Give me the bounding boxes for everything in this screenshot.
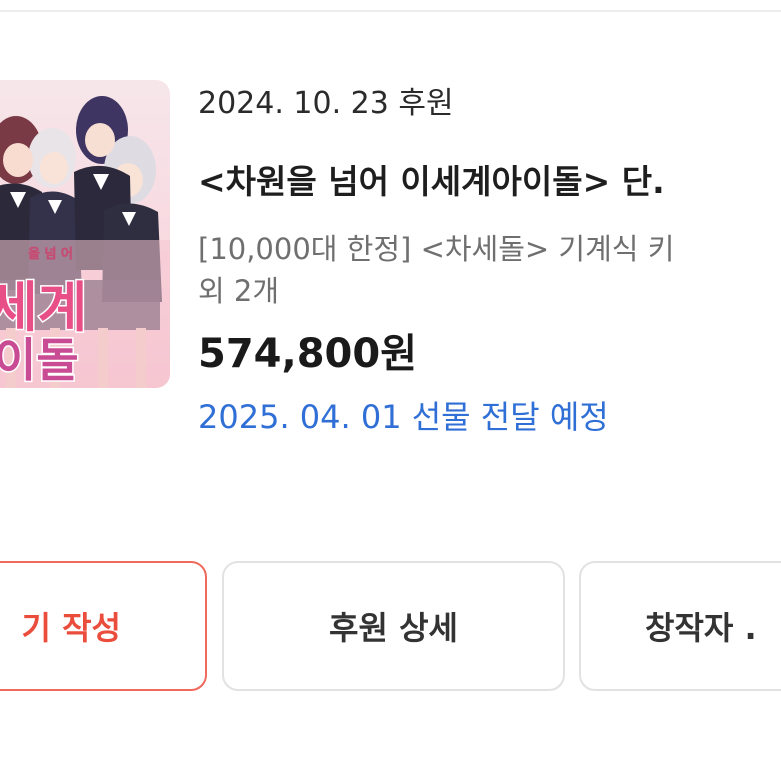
thumbnail-art: 을 넘 어 세계 이돌 — [0, 96, 170, 388]
project-thumbnail[interactable]: 을 넘 어 세계 이돌 — [0, 80, 170, 388]
reward-options-line: [10,000대 한정] <차세돌> 기계식 키 — [198, 232, 675, 266]
contact-creator-label: 창작자 . — [645, 609, 757, 647]
pledge-date: 2024. 10. 23 후원 — [198, 86, 454, 121]
write-review-label: 기 작성 — [21, 609, 121, 647]
pledge-detail-label: 후원 상세 — [329, 609, 458, 647]
pledge-info: 2024. 10. 23 후원 <차원을 넘어 이세계아이돌> 단. [10,0… — [198, 82, 781, 442]
figure-face-2 — [40, 152, 68, 184]
figure-face-3 — [85, 123, 115, 157]
cover-logo-line1: 세계 — [0, 276, 87, 339]
figure-face-1 — [3, 143, 33, 177]
pledge-history-screen: 을 넘 어 세계 이돌 2024. 10. 23 후원 <차원을 넘어 이세계아… — [0, 0, 781, 781]
cover-small-text: 을 넘 어 — [28, 246, 73, 262]
contact-creator-button[interactable]: 창작자 . — [579, 561, 781, 691]
delivery-date: 2025. 04. 01 선물 전달 예정 — [198, 398, 609, 436]
pledge-detail-button[interactable]: 후원 상세 — [222, 561, 565, 691]
pledge-card: 을 넘 어 세계 이돌 2024. 10. 23 후원 <차원을 넘어 이세계아… — [0, 0, 781, 781]
write-review-button[interactable]: 기 작성 — [0, 561, 207, 691]
project-title[interactable]: <차원을 넘어 이세계아이돌> 단. — [198, 158, 781, 206]
pledge-amount: 574,800원 — [198, 331, 417, 377]
reward-options: [10,000대 한정] <차세돌> 기계식 키 외 2개 — [198, 228, 781, 312]
cover-logo-line2: 이돌 — [0, 333, 79, 387]
reward-options-more: 외 2개 — [198, 274, 280, 308]
